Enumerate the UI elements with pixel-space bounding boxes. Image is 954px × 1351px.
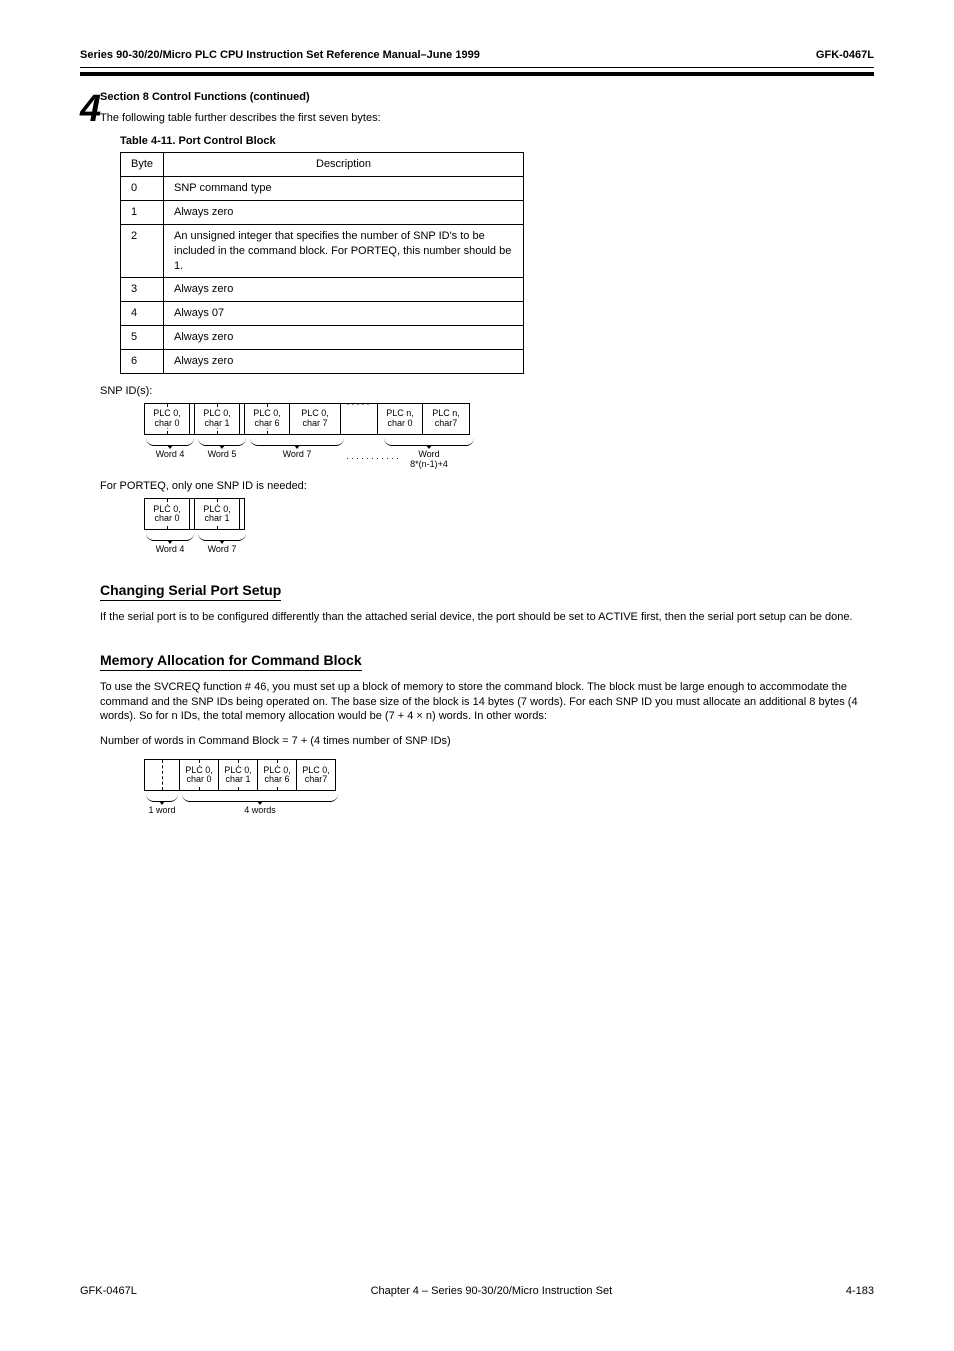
lead-text: The following table further describes th… <box>100 111 874 126</box>
table-row: 0SNP command type <box>121 177 524 201</box>
thick-divider <box>80 72 874 76</box>
section-heading: Memory Allocation for Command Block <box>100 651 874 670</box>
table-row: 5Always zero <box>121 326 524 350</box>
footer-center: Chapter 4 – Series 90-30/20/Micro Instru… <box>371 1284 613 1299</box>
section-continued-label: Section 8 Control Functions (continued) <box>100 90 874 105</box>
table-row: 4Always 07 <box>121 302 524 326</box>
page-footer: GFK-0467L Chapter 4 – Series 90-30/20/Mi… <box>80 1284 874 1299</box>
section-body: If the serial port is to be configured d… <box>100 610 874 625</box>
footer-left: GFK-0467L <box>80 1284 137 1299</box>
table-row: 2An unsigned integer that specifies the … <box>121 224 524 278</box>
page-header: Series 90-30/20/Micro PLC CPU Instructio… <box>80 48 874 68</box>
col-header-byte: Byte <box>121 153 164 177</box>
section-heading: Changing Serial Port Setup <box>100 581 874 600</box>
col-header-desc: Description <box>164 153 524 177</box>
chapter-number: 4 <box>80 84 100 135</box>
port-control-block-table: Byte Description 0SNP command type 1Alwa… <box>120 152 524 373</box>
footer-right: 4-183 <box>846 1284 874 1299</box>
snp-id-label: SNP ID(s): <box>100 384 874 399</box>
table-row: 1Always zero <box>121 201 524 225</box>
snp-id-diagram-short: PLC 0,char 0 PLC 0,char 1 Word 4 Word 7 <box>144 498 874 555</box>
memory-allocation-diagram: PLC 0,char 0 PLC 0,char 1 PLC 0,char 6 P… <box>144 759 874 816</box>
snp-id-diagram-long: PLC 0,char 0 PLC 0,char 1 PLC 0,char 6 P… <box>144 403 874 470</box>
header-right: GFK-0467L <box>816 48 874 63</box>
porteq-note: For PORTEQ, only one SNP ID is needed: <box>100 479 874 494</box>
table-header-row: Byte Description <box>121 153 524 177</box>
header-left: Series 90-30/20/Micro PLC CPU Instructio… <box>80 48 480 63</box>
table-caption: Table 4-11. Port Control Block <box>120 134 874 149</box>
section-body: To use the SVCREQ function # 46, you mus… <box>100 680 874 749</box>
table-row: 3Always zero <box>121 278 524 302</box>
table-row: 6Always zero <box>121 349 524 373</box>
